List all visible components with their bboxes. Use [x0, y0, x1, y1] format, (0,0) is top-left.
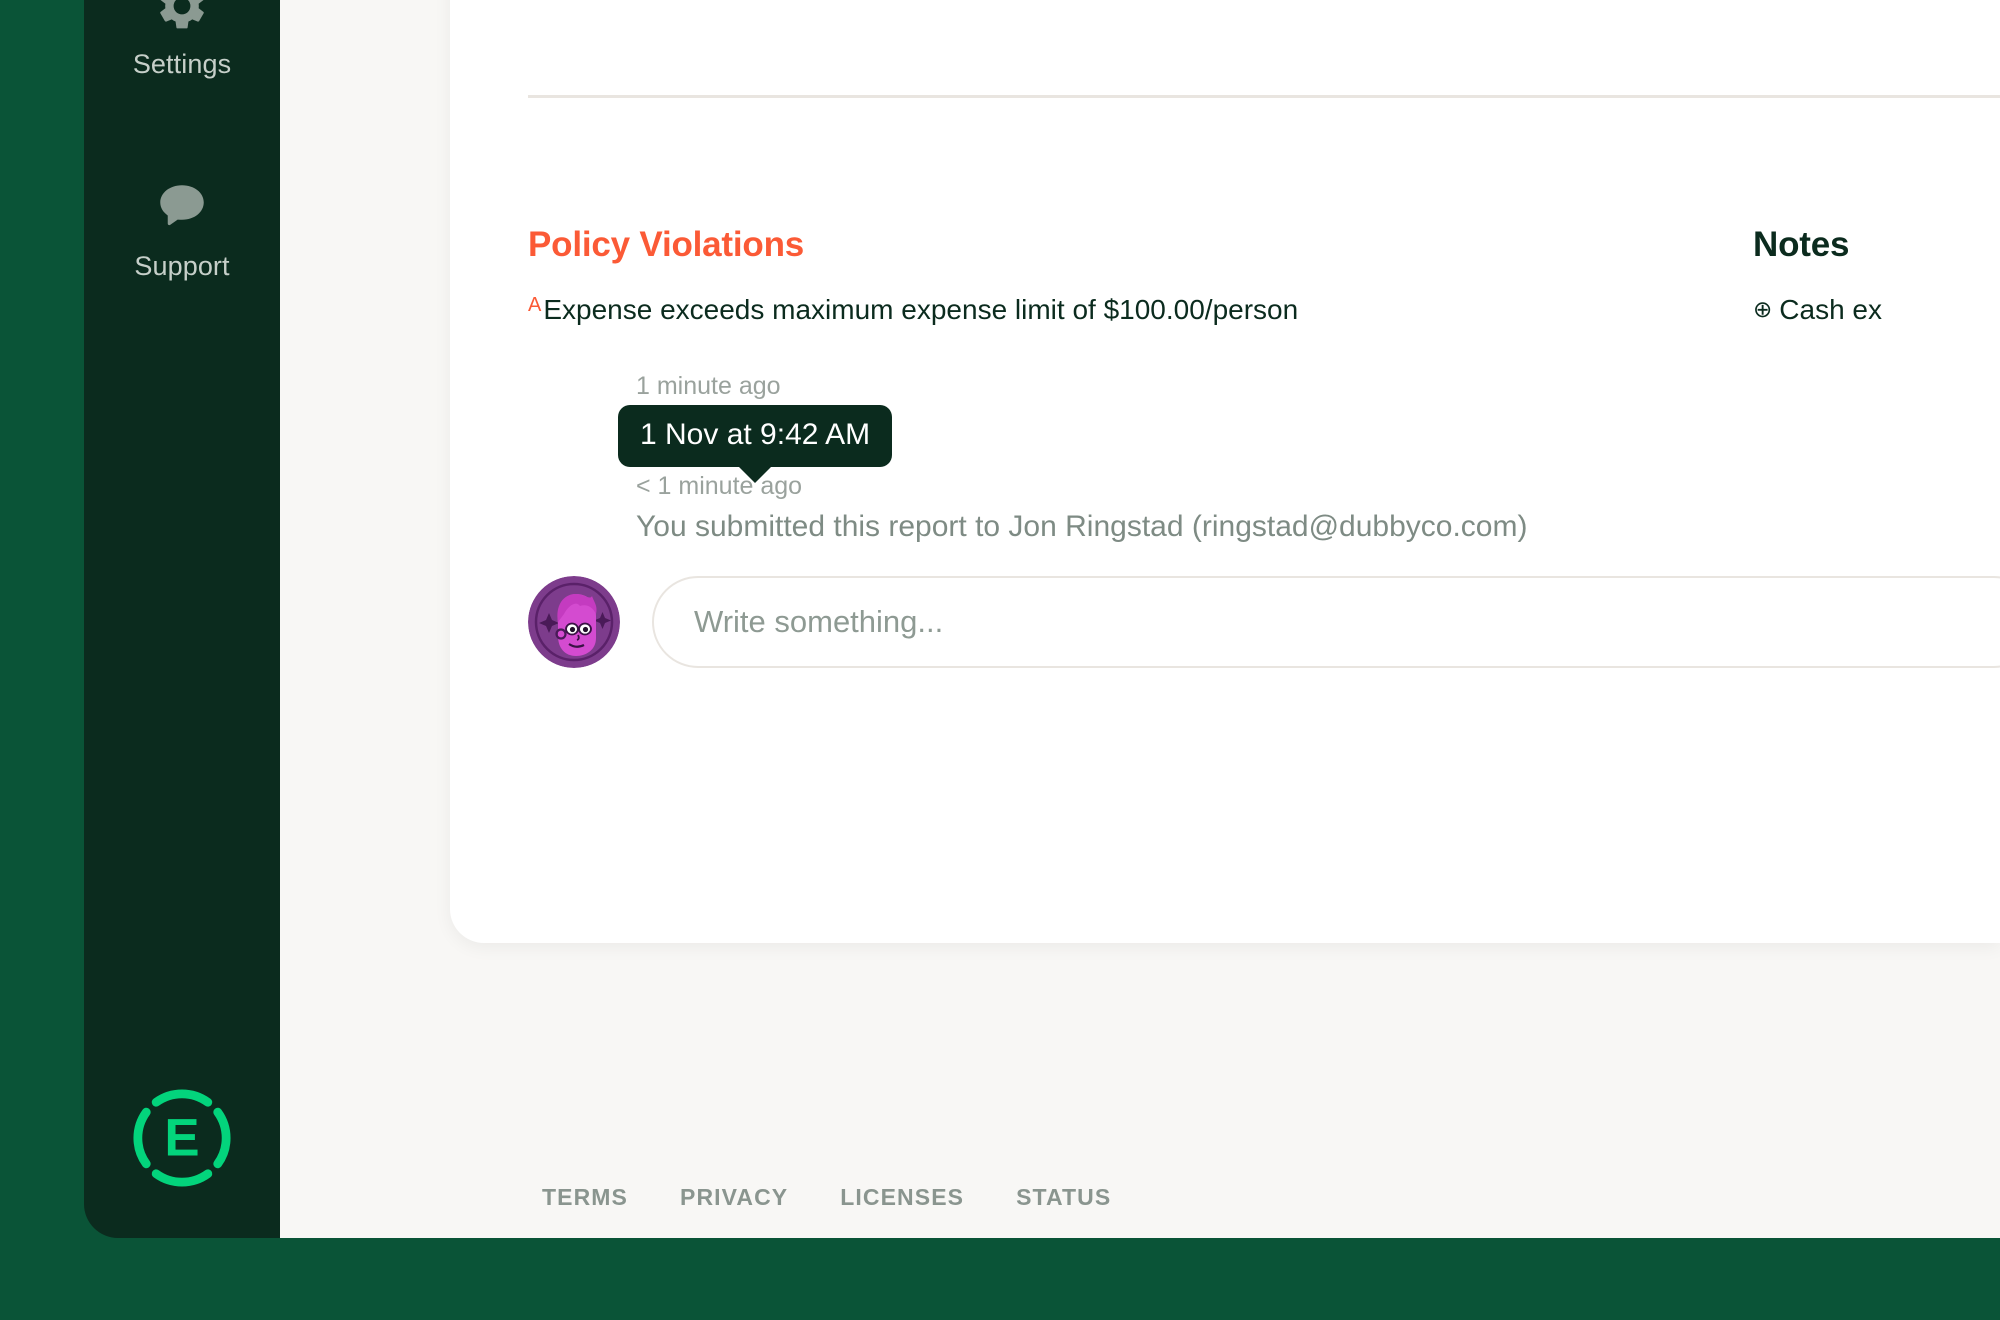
violation-text: Expense exceeds maximum expense limit of…: [543, 294, 1299, 325]
gear-icon: [154, 0, 210, 39]
sidebar-item-label-support: Support: [134, 251, 230, 281]
violation-marker: A: [528, 294, 542, 316]
report-content-card: Oct 4 Chair Center Policy Violations A E…: [450, 0, 2000, 943]
expense-divider: [528, 95, 2000, 98]
notes-item: ⊕ Cash ex: [1753, 292, 1882, 328]
comment-composer: Write something...: [528, 574, 2000, 670]
footer: TERMS PRIVACY LICENSES STATUS: [450, 1157, 2000, 1238]
plus-circle-icon: ⊕: [1753, 296, 1773, 322]
footer-link-status[interactable]: STATUS: [1016, 1184, 1111, 1211]
policy-violation-item: A Expense exceeds maximum expense limit …: [528, 292, 1298, 328]
comment-input-placeholder: Write something...: [694, 604, 944, 639]
avatar[interactable]: [528, 576, 620, 668]
footer-link-privacy[interactable]: PRIVACY: [680, 1184, 788, 1211]
policy-violations-title: Policy Violations: [528, 225, 805, 264]
main-column: Oct 4 Chair Center Policy Violations A E…: [280, 0, 2000, 1238]
footer-link-licenses[interactable]: LICENSES: [840, 1184, 964, 1211]
tooltip-text: 1 Nov at 9:42 AM: [640, 418, 871, 451]
sidebar-nav: Settings Support E: [84, 0, 280, 1238]
sidebar-item-label-settings: Settings: [132, 49, 232, 79]
comment-input[interactable]: Write something...: [652, 576, 2000, 668]
notes-text: Cash ex: [1779, 294, 1882, 325]
svg-text:E: E: [164, 1109, 199, 1168]
timestamp-tooltip: 1 Nov at 9:42 AM: [618, 405, 893, 483]
bottom-green-band: [0, 1238, 2000, 1320]
timeline-message: You submitted this report to Jon Ringsta…: [636, 510, 1528, 543]
timeline-timestamp: < 1 minute ago: [636, 472, 803, 500]
expensify-logo[interactable]: E: [127, 1083, 237, 1193]
footer-link-terms[interactable]: TERMS: [542, 1184, 628, 1211]
tooltip-arrow: [738, 466, 773, 483]
sidebar-item-support[interactable]: Support: [84, 178, 280, 282]
footer-links: TERMS PRIVACY LICENSES STATUS: [542, 1184, 1163, 1211]
timeline-timestamp: 1 minute ago: [636, 372, 781, 400]
app-shell: Settings Support E Policy Violations A E…: [0, 0, 2000, 1238]
left-green-rail: [0, 0, 84, 1238]
notes-title: Notes: [1753, 225, 1850, 264]
sidebar-item-settings[interactable]: Settings: [84, 0, 280, 80]
chat-bubble-icon: [153, 178, 211, 241]
